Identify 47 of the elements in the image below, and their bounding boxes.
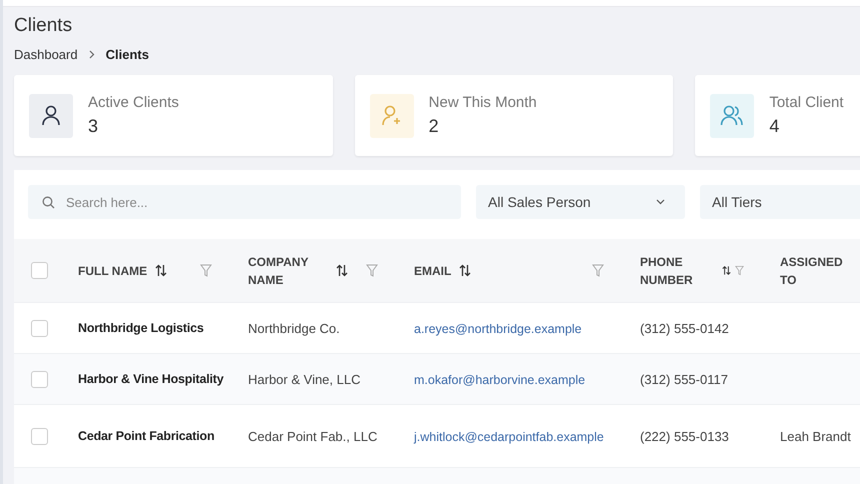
table-cell: Leah Brandt — [780, 428, 851, 444]
stat-value: 3 — [88, 116, 100, 137]
table-cell: (312) 555-0142 — [640, 320, 729, 336]
filter-icon[interactable] — [592, 264, 604, 277]
sort-icon[interactable] — [336, 264, 348, 277]
checkbox[interactable] — [30, 370, 48, 388]
sort-icon[interactable] — [722, 264, 731, 277]
email-link[interactable]: a.reyes@northbridge.example — [414, 322, 582, 336]
dropdown[interactable]: All Sales Person — [476, 185, 685, 219]
dropdown[interactable]: All Tiers — [700, 185, 860, 219]
search-icon — [42, 196, 55, 209]
search-field[interactable]: Search here... — [28, 185, 461, 219]
table-cell: Northbridge Co. — [248, 320, 340, 336]
table-cell: Cedar Point Fabrication — [78, 429, 214, 443]
stat-value: 2 — [428, 116, 440, 137]
people-icon — [720, 104, 744, 126]
caret-icon — [656, 199, 665, 205]
column-header[interactable]: PHONE NUMBER — [640, 252, 714, 288]
email-link[interactable]: m.okafor@harborvine.example — [414, 372, 586, 386]
column-header[interactable]: ASSIGNED TO — [780, 252, 860, 288]
column-header[interactable]: COMPANY NAME — [248, 252, 328, 288]
person-icon — [41, 104, 61, 126]
table-cell: Cedar Point Fab., LLC — [248, 428, 378, 444]
stat-label: Active Clients — [88, 94, 179, 111]
current-page-label: Clients — [106, 47, 149, 62]
page-title: Clients — [14, 15, 74, 37]
email-link[interactable]: j.whitlock@cedarpointfab.example — [414, 430, 604, 444]
sort-icon[interactable] — [459, 264, 472, 277]
table-cell: (312) 555-0117 — [640, 372, 728, 386]
stat-label: Total Client — [769, 94, 844, 111]
checkbox[interactable] — [30, 428, 48, 444]
table-cell: Harbor & Vine, LLC — [248, 372, 360, 386]
filter-icon[interactable] — [200, 264, 212, 277]
checkbox[interactable] — [30, 320, 48, 336]
person-plus-icon — [380, 104, 403, 126]
stat-label: New This Month — [428, 94, 537, 111]
sort-icon[interactable] — [155, 264, 168, 277]
stat-value: 4 — [769, 116, 780, 137]
breadcrumb-link[interactable]: Dashboard — [14, 47, 78, 62]
checkbox[interactable] — [30, 262, 48, 279]
table-cell: Harbor & Vine Hospitality — [78, 372, 224, 386]
column-header[interactable]: FULL NAME — [78, 262, 148, 280]
filter-icon[interactable] — [366, 264, 378, 277]
column-header[interactable]: EMAIL — [414, 262, 452, 280]
table-cell: Northbridge Logistics — [78, 321, 204, 335]
table-cell: (222) 555-0133 — [640, 428, 729, 444]
chevron-icon — [88, 50, 95, 59]
